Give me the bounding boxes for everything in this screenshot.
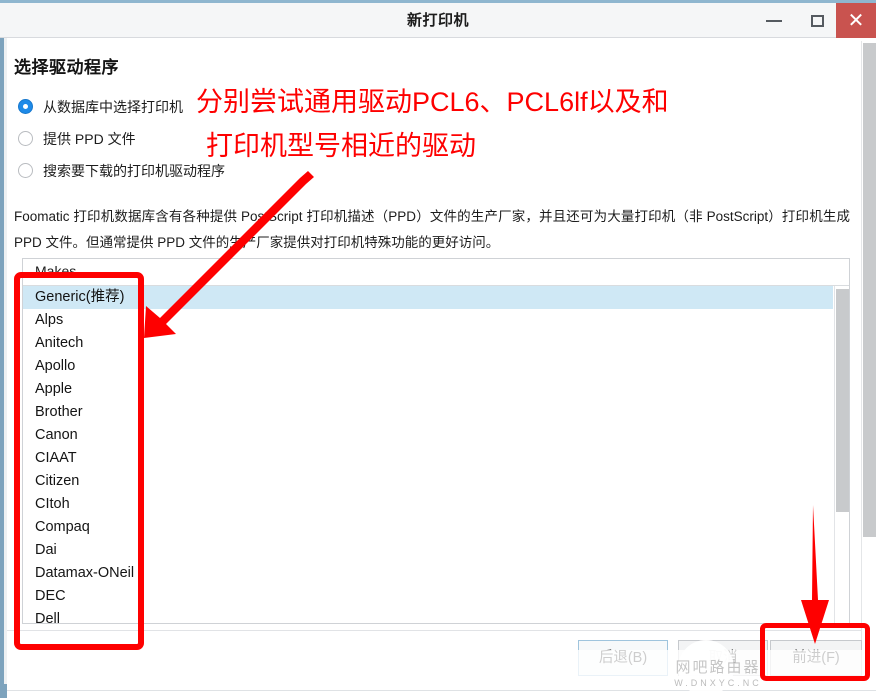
radio-label-database: 从数据库中选择打印机 xyxy=(43,99,183,115)
window-left-foot xyxy=(0,684,7,698)
window-inner-edge xyxy=(4,38,7,698)
makes-list-panel: Makes Generic(推荐) Alps Anitech Apollo Apple B… xyxy=(22,258,850,624)
minimize-button[interactable] xyxy=(752,3,796,38)
list-item[interactable]: Apollo xyxy=(23,355,833,378)
maximize-icon xyxy=(811,15,824,27)
new-printer-dialog: 新打印机 ✕ 选择驱动程序 从数据库中选择打印机 提供 PPD 文件 搜索要下载… xyxy=(0,0,876,698)
page-title: 选择驱动程序 xyxy=(14,58,119,77)
window-scrollbar-thumb[interactable] xyxy=(863,43,876,537)
list-item[interactable]: CIAAT xyxy=(23,447,833,470)
minimize-icon xyxy=(766,20,782,22)
annotation-rect-forward-button xyxy=(760,623,870,681)
radio-icon-database xyxy=(18,99,33,114)
title-bar: 新打印机 xyxy=(0,0,876,38)
list-item[interactable]: Brother xyxy=(23,401,833,424)
makes-list-scrollbar[interactable] xyxy=(834,286,849,623)
annotation-note-line2: 打印机型号相近的驱动 xyxy=(206,131,476,161)
list-item[interactable]: CItoh xyxy=(23,493,833,516)
cancel-button[interactable]: 取消 xyxy=(678,640,768,676)
radio-label-search: 搜索要下载的打印机驱动程序 xyxy=(43,163,225,179)
list-item[interactable]: DEC xyxy=(23,585,833,608)
maximize-button[interactable] xyxy=(796,3,840,38)
description-text: Foomatic 打印机数据库含有各种提供 PostScript 打印机描述（P… xyxy=(14,209,850,250)
makes-list-scrollbar-thumb[interactable] xyxy=(836,289,849,512)
makes-list-header: Makes xyxy=(23,259,849,286)
list-item[interactable]: Generic(推荐) xyxy=(23,286,833,309)
close-icon: ✕ xyxy=(847,8,865,32)
list-item[interactable]: Citizen xyxy=(23,470,833,493)
radio-icon-search xyxy=(18,163,33,178)
list-item[interactable]: Compaq xyxy=(23,516,833,539)
list-item[interactable]: Anitech xyxy=(23,332,833,355)
list-item[interactable]: Canon xyxy=(23,424,833,447)
close-button[interactable]: ✕ xyxy=(836,3,876,38)
makes-list[interactable]: Generic(推荐) Alps Anitech Apollo Apple Brother… xyxy=(23,286,833,623)
annotation-note-line1: 分别尝试通用驱动PCL6、PCL6lf以及和 xyxy=(196,87,669,117)
radio-label-ppd: 提供 PPD 文件 xyxy=(43,131,136,147)
list-item[interactable]: Alps xyxy=(23,309,833,332)
title-bar-accent xyxy=(0,0,876,3)
list-item[interactable]: Apple xyxy=(23,378,833,401)
radio-icon-ppd xyxy=(18,131,33,146)
window-title: 新打印机 xyxy=(406,12,469,29)
window-scrollbar[interactable] xyxy=(861,41,876,660)
list-item[interactable]: Dell xyxy=(23,608,833,623)
annotation-rect-makes-list xyxy=(14,272,144,650)
back-button[interactable]: 后退(B) xyxy=(578,640,668,676)
list-item[interactable]: Dai xyxy=(23,539,833,562)
window-bottom-edge xyxy=(0,690,876,698)
list-item[interactable]: Datamax-ONeil xyxy=(23,562,833,585)
